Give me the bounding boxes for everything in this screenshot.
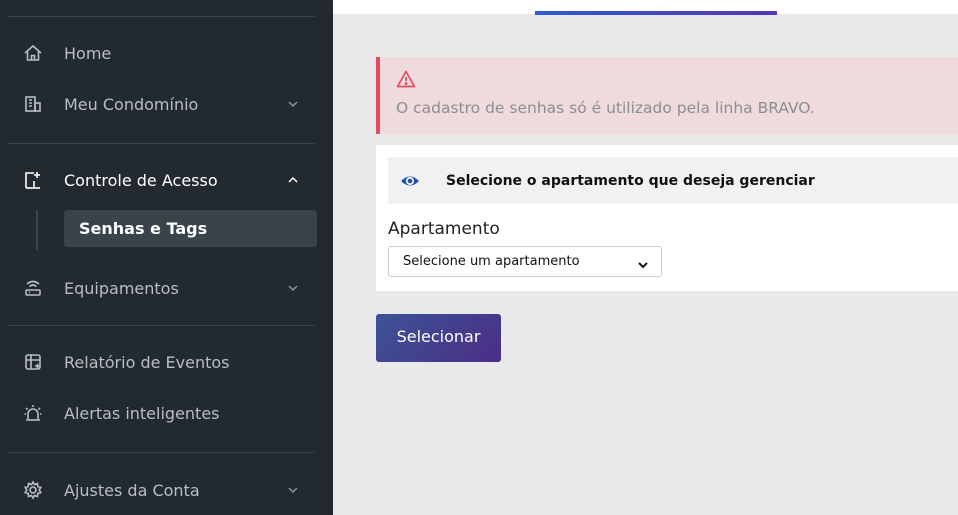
sidebar-item-label: Ajustes da Conta bbox=[64, 480, 200, 500]
door-access-icon bbox=[23, 170, 43, 190]
eye-icon bbox=[400, 171, 420, 191]
gear-icon bbox=[23, 480, 43, 500]
select-value: Selecione um apartamento bbox=[403, 254, 580, 269]
sidebar-divider bbox=[8, 143, 315, 144]
chevron-up-icon bbox=[287, 174, 299, 186]
sidebar-subitem-label: Senhas e Tags bbox=[79, 219, 208, 238]
sidebar-item-controle-de-acesso[interactable]: Controle de Acesso bbox=[0, 160, 333, 200]
router-icon bbox=[23, 278, 43, 298]
sidebar-item-equipamentos[interactable]: Equipamentos bbox=[0, 268, 333, 308]
apartment-select[interactable]: Selecione um apartamento bbox=[388, 246, 662, 277]
warning-alert: O cadastro de senhas só é utilizado pela… bbox=[376, 57, 958, 134]
sidebar-divider bbox=[8, 325, 315, 326]
sidebar: Home Meu Condomínio Controle de Acesso S… bbox=[0, 0, 333, 515]
selecionar-button-label: Selecionar bbox=[396, 327, 481, 346]
apartment-selection-card: Selecione o apartamento que deseja geren… bbox=[376, 145, 958, 291]
sidebar-item-label: Controle de Acesso bbox=[64, 170, 218, 190]
sidebar-item-label: Alertas inteligentes bbox=[64, 403, 220, 423]
report-table-icon bbox=[23, 352, 43, 372]
card-title: Selecione o apartamento que deseja geren… bbox=[446, 172, 815, 189]
sidebar-subitem-senhas-e-tags[interactable]: Senhas e Tags bbox=[64, 210, 317, 247]
submenu-line bbox=[36, 210, 38, 250]
home-icon bbox=[23, 43, 43, 63]
sidebar-item-label: Equipamentos bbox=[64, 278, 179, 298]
sidebar-divider bbox=[8, 16, 315, 17]
alert-message: O cadastro de senhas só é utilizado pela… bbox=[396, 99, 815, 117]
sidebar-item-home[interactable]: Home bbox=[0, 33, 333, 73]
sidebar-item-label: Meu Condomínio bbox=[64, 94, 199, 114]
selecionar-button[interactable]: Selecionar bbox=[376, 314, 501, 362]
chevron-down-icon bbox=[287, 98, 299, 110]
active-tab-indicator bbox=[535, 11, 777, 15]
building-icon bbox=[23, 94, 43, 114]
chevron-down-icon bbox=[287, 484, 299, 496]
chevron-down-icon bbox=[637, 256, 649, 269]
sidebar-item-label: Relatório de Eventos bbox=[64, 352, 230, 372]
sidebar-item-alertas-inteligentes[interactable]: Alertas inteligentes bbox=[0, 393, 333, 433]
chevron-down-icon bbox=[287, 282, 299, 294]
sidebar-item-meu-condominio[interactable]: Meu Condomínio bbox=[0, 84, 333, 124]
apartamento-label: Apartamento bbox=[388, 219, 500, 239]
sidebar-divider bbox=[8, 452, 315, 453]
sidebar-item-relatorio-de-eventos[interactable]: Relatório de Eventos bbox=[0, 342, 333, 382]
alarm-light-icon bbox=[23, 403, 43, 423]
sidebar-item-label: Home bbox=[64, 43, 112, 63]
warning-triangle-icon bbox=[396, 69, 416, 89]
card-header: Selecione o apartamento que deseja geren… bbox=[388, 157, 958, 204]
sidebar-item-ajustes-da-conta[interactable]: Ajustes da Conta bbox=[0, 470, 333, 510]
